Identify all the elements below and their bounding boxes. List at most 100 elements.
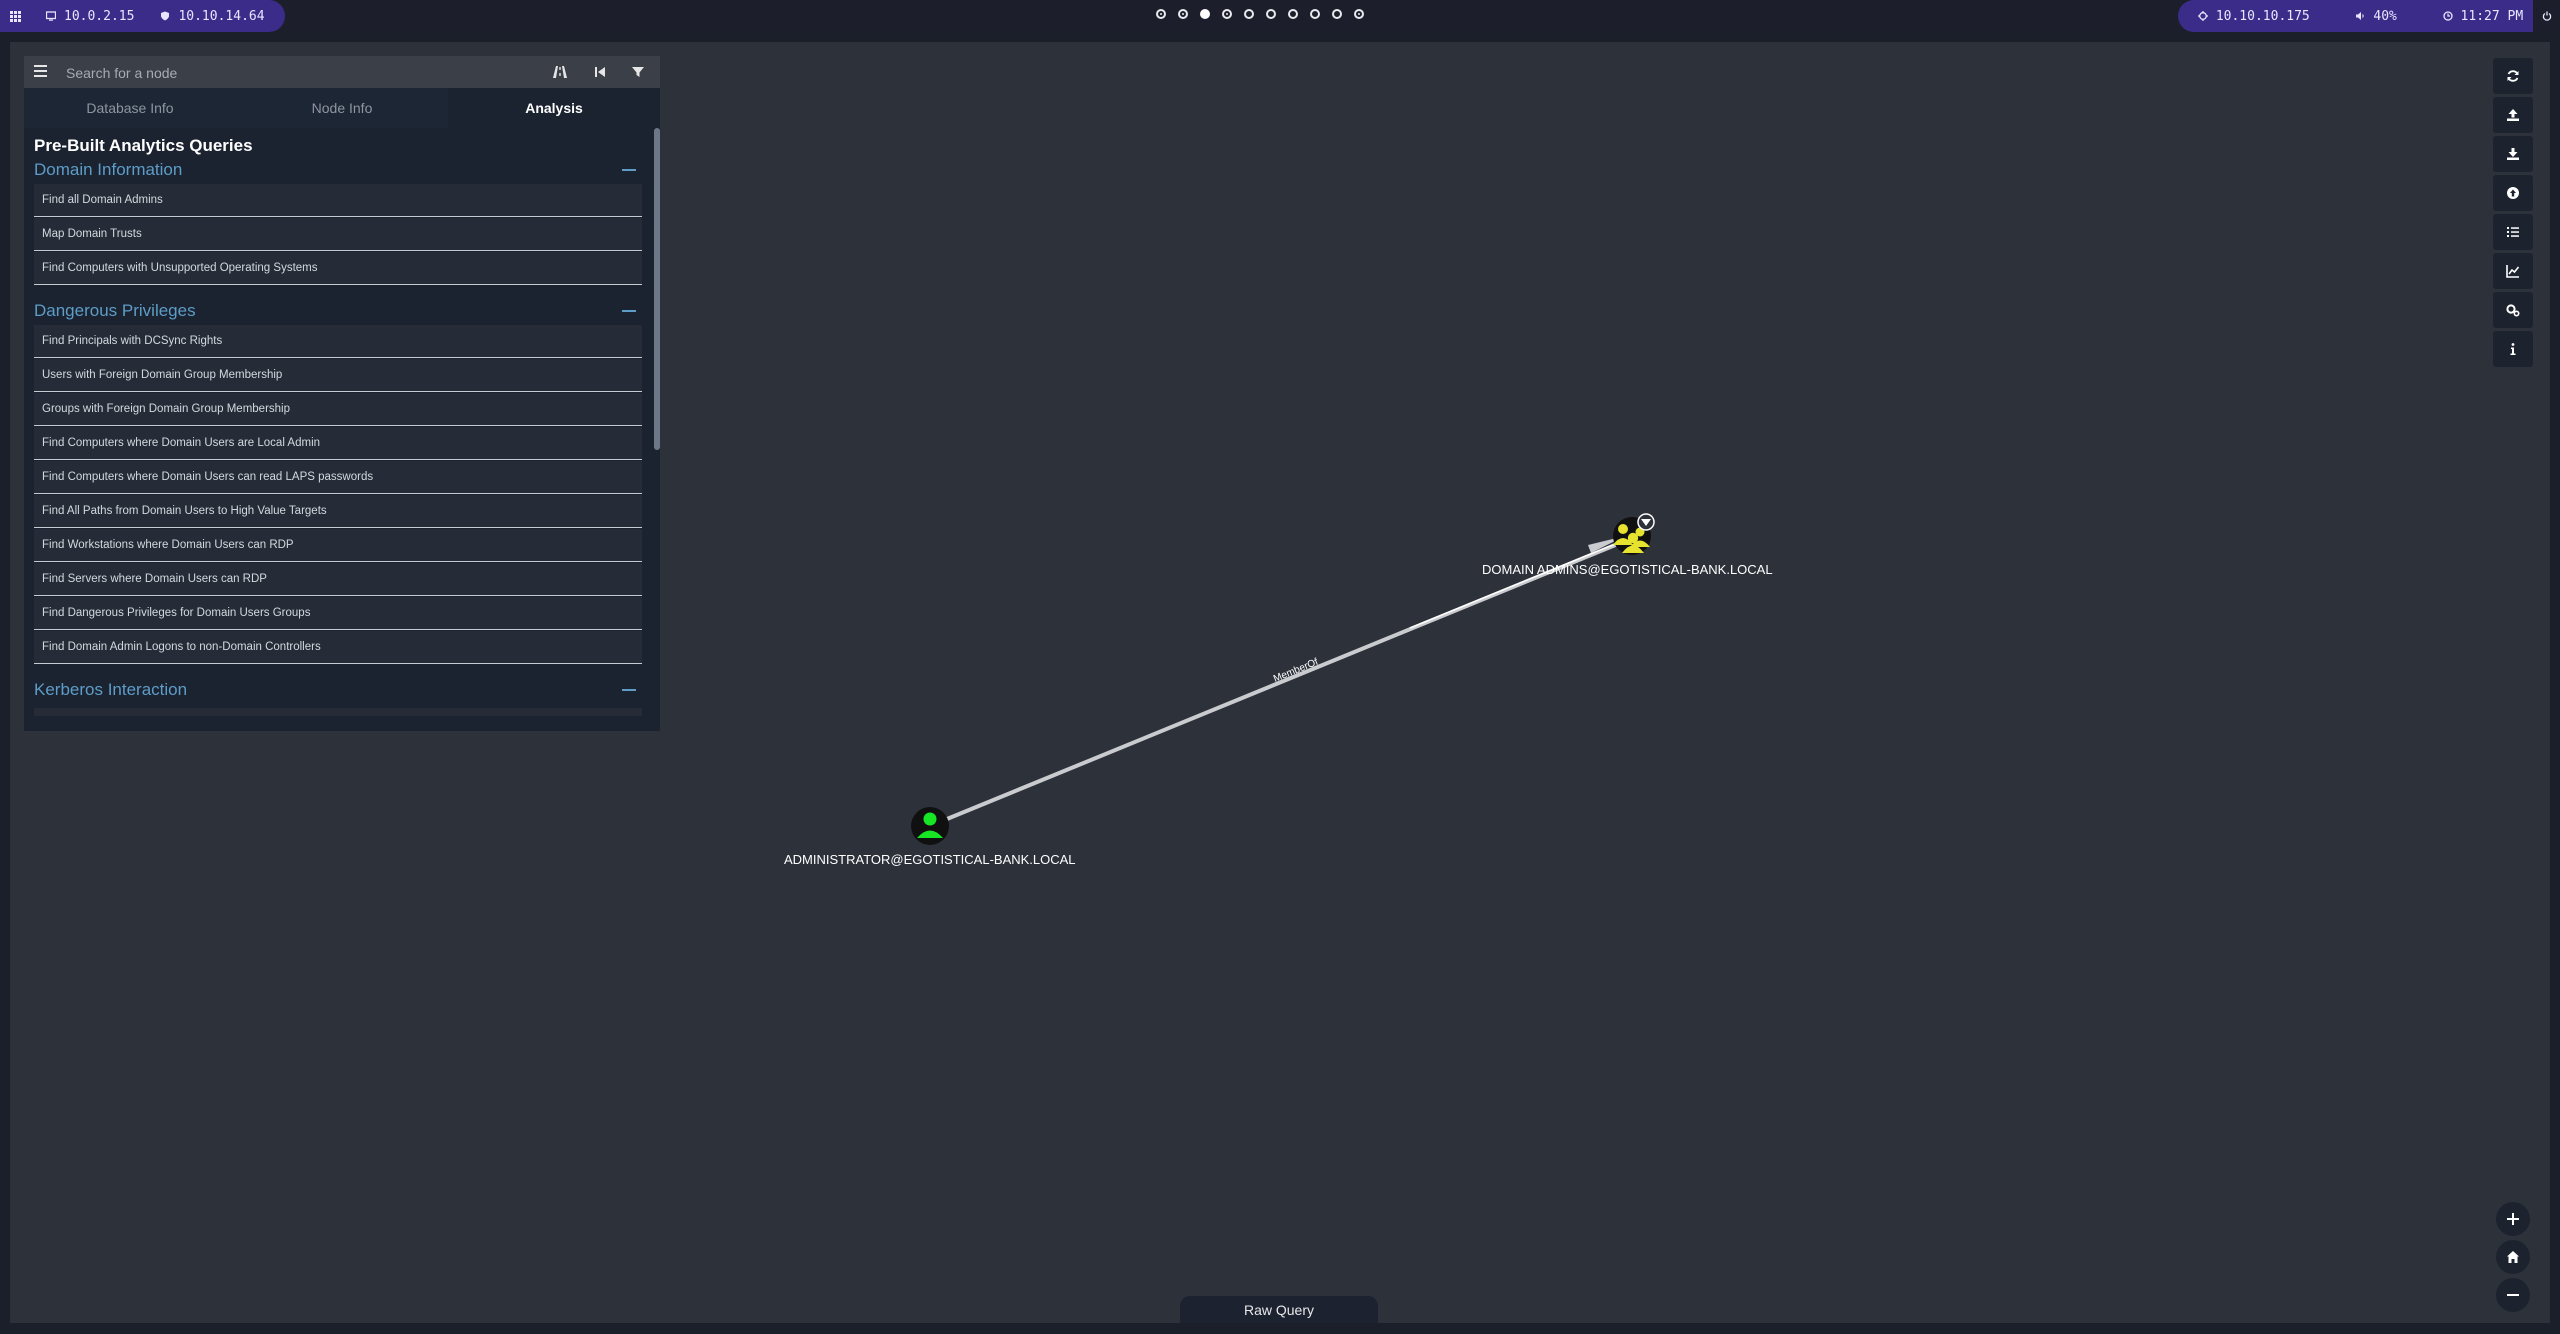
stats-button[interactable] bbox=[2493, 253, 2533, 289]
chart-icon bbox=[2506, 265, 2520, 278]
query-item[interactable]: Find Computers with Unsupported Operatin… bbox=[34, 252, 642, 285]
workspace-switcher bbox=[1156, 9, 1364, 19]
refresh-button[interactable] bbox=[2493, 58, 2533, 94]
download-icon bbox=[2507, 148, 2519, 160]
volume-text: 40% bbox=[2373, 8, 2397, 24]
monitor-icon bbox=[46, 11, 56, 21]
plus-icon bbox=[2507, 1213, 2519, 1225]
reset-view-button[interactable] bbox=[2496, 1240, 2530, 1274]
query-item[interactable]: Find all Domain Admins bbox=[34, 184, 642, 217]
local-ip-text: 10.0.2.15 bbox=[64, 8, 135, 24]
analysis-content: Pre-Built Analytics Queries Domain Infor… bbox=[24, 128, 660, 731]
workspace-2[interactable] bbox=[1178, 9, 1188, 19]
local-ip-indicator: 10.0.2.15 bbox=[46, 9, 134, 24]
collapse-icon[interactable] bbox=[622, 310, 636, 312]
scrollbar-thumb[interactable] bbox=[654, 128, 660, 450]
panel-scrollbar[interactable] bbox=[654, 128, 660, 731]
section-title: Domain Information bbox=[34, 160, 183, 179]
section-domain-information: Domain Information Find all Domain Admin… bbox=[34, 156, 642, 286]
query-item[interactable]: Find Principals with DCSync Rights bbox=[34, 325, 642, 358]
tab-node-info[interactable]: Node Info bbox=[236, 88, 448, 128]
query-item[interactable]: Find Workstations where Domain Users can… bbox=[34, 529, 642, 562]
clock-indicator: 11:27 PM bbox=[2442, 8, 2524, 24]
query-item[interactable]: Find Computers where Domain Users are Lo… bbox=[34, 427, 642, 460]
section-header[interactable]: Dangerous Privileges bbox=[34, 297, 642, 325]
tab-database-info[interactable]: Database Info bbox=[24, 88, 236, 128]
workspace-7[interactable] bbox=[1288, 9, 1298, 19]
settings-button[interactable] bbox=[2493, 292, 2533, 328]
zoom-in-button[interactable] bbox=[2496, 1202, 2530, 1236]
back-icon[interactable] bbox=[592, 64, 608, 80]
workspace-10[interactable] bbox=[1354, 9, 1364, 19]
speaker-icon bbox=[2356, 12, 2365, 20]
section-header[interactable]: Kerberos Interaction bbox=[34, 676, 642, 704]
collapse-icon[interactable] bbox=[622, 689, 636, 691]
zoom-controls bbox=[2496, 1202, 2532, 1316]
clock-icon bbox=[2442, 11, 2453, 21]
query-item[interactable]: Find Domain Admin Logons to non-Domain C… bbox=[34, 631, 642, 664]
apps-grid-icon[interactable] bbox=[10, 11, 21, 22]
vpn-ip-text: 10.10.14.64 bbox=[178, 8, 265, 24]
upload-icon bbox=[2507, 109, 2519, 121]
query-item[interactable]: Users with Foreign Domain Group Membersh… bbox=[34, 359, 642, 392]
clock-text: 11:27 PM bbox=[2460, 8, 2524, 24]
query-item[interactable]: Find All Paths from Domain Users to High… bbox=[34, 495, 642, 528]
workspace-6[interactable] bbox=[1266, 9, 1276, 19]
tab-analysis[interactable]: Analysis bbox=[448, 88, 660, 128]
minus-icon bbox=[2507, 1294, 2519, 1296]
export-button[interactable] bbox=[2493, 97, 2533, 133]
upload-data-button[interactable] bbox=[2493, 175, 2533, 211]
right-toolbar bbox=[2493, 58, 2533, 370]
query-item[interactable]: Find Servers where Domain Users can RDP bbox=[34, 563, 642, 596]
user-node[interactable] bbox=[911, 807, 949, 845]
filter-icon[interactable] bbox=[630, 64, 646, 80]
panel-tabs: Database Info Node Info Analysis bbox=[24, 88, 660, 128]
import-icon bbox=[2507, 187, 2519, 199]
search-panel: Database Info Node Info Analysis Pre-Bui… bbox=[24, 56, 660, 731]
section-title: Kerberos Interaction bbox=[34, 680, 188, 699]
section-title: Dangerous Privileges bbox=[34, 301, 196, 320]
info-icon bbox=[2510, 343, 2516, 355]
node-search-input[interactable] bbox=[64, 62, 528, 84]
pathfinding-road-icon[interactable] bbox=[552, 64, 568, 80]
system-top-bar: 10.0.2.15 10.10.14.64 10.10.10.175 40% 1… bbox=[0, 0, 2560, 32]
shield-icon bbox=[161, 11, 170, 21]
about-button[interactable] bbox=[2493, 331, 2533, 367]
power-button[interactable] bbox=[2534, 0, 2560, 32]
topbar-right-segment: 10.10.10.175 40% 11:27 PM bbox=[2178, 0, 2533, 32]
section-kerberos-interaction: Kerberos Interaction bbox=[34, 676, 642, 716]
volume-indicator[interactable]: 40% bbox=[2355, 8, 2397, 24]
query-item[interactable]: Map Domain Trusts bbox=[34, 218, 642, 251]
workspace-4[interactable] bbox=[1222, 9, 1232, 19]
raw-query-button[interactable]: Raw Query bbox=[1180, 1296, 1378, 1323]
query-item[interactable]: Find Computers where Domain Users can re… bbox=[34, 461, 642, 494]
workspace-3[interactable] bbox=[1200, 9, 1210, 19]
query-item[interactable]: Groups with Foreign Domain Group Members… bbox=[34, 393, 642, 426]
zoom-out-button[interactable] bbox=[2496, 1278, 2530, 1312]
import-graph-button[interactable] bbox=[2493, 136, 2533, 172]
query-item[interactable]: Find Dangerous Privileges for Domain Use… bbox=[34, 597, 642, 630]
list-icon bbox=[2507, 227, 2519, 237]
query-item-partial bbox=[34, 708, 642, 716]
settings-icon bbox=[2506, 304, 2520, 317]
crosshair-icon bbox=[2197, 11, 2208, 21]
workspace-1[interactable] bbox=[1156, 9, 1166, 19]
section-dangerous-privileges: Dangerous Privileges Find Principals wit… bbox=[34, 297, 642, 665]
workspace-8[interactable] bbox=[1310, 9, 1320, 19]
group-node[interactable] bbox=[1613, 513, 1655, 555]
queries-list-button[interactable] bbox=[2493, 214, 2533, 250]
target-ip-indicator: 10.10.10.175 bbox=[2197, 9, 2310, 24]
vpn-ip-indicator: 10.10.14.64 bbox=[160, 8, 265, 24]
prebuilt-queries-title: Pre-Built Analytics Queries bbox=[34, 136, 253, 155]
workspace-9[interactable] bbox=[1332, 9, 1342, 19]
user-node-label: ADMINISTRATOR@EGOTISTICAL-BANK.LOCAL bbox=[784, 852, 1076, 867]
memberof-edge-far bbox=[1409, 541, 1621, 629]
section-header[interactable]: Domain Information bbox=[34, 156, 642, 184]
workspace-5[interactable] bbox=[1244, 9, 1254, 19]
topbar-left-segment: 10.0.2.15 10.10.14.64 bbox=[0, 0, 285, 32]
collapse-icon[interactable] bbox=[622, 169, 636, 171]
group-node-label: DOMAIN ADMINS@EGOTISTICAL-BANK.LOCAL bbox=[1482, 562, 1773, 577]
hamburger-menu-icon[interactable] bbox=[34, 65, 47, 77]
search-bar bbox=[24, 56, 660, 88]
bloodhound-window: MemberOf DOMAIN ADMINS@EGOTISTICAL-BANK.… bbox=[10, 42, 2550, 1323]
